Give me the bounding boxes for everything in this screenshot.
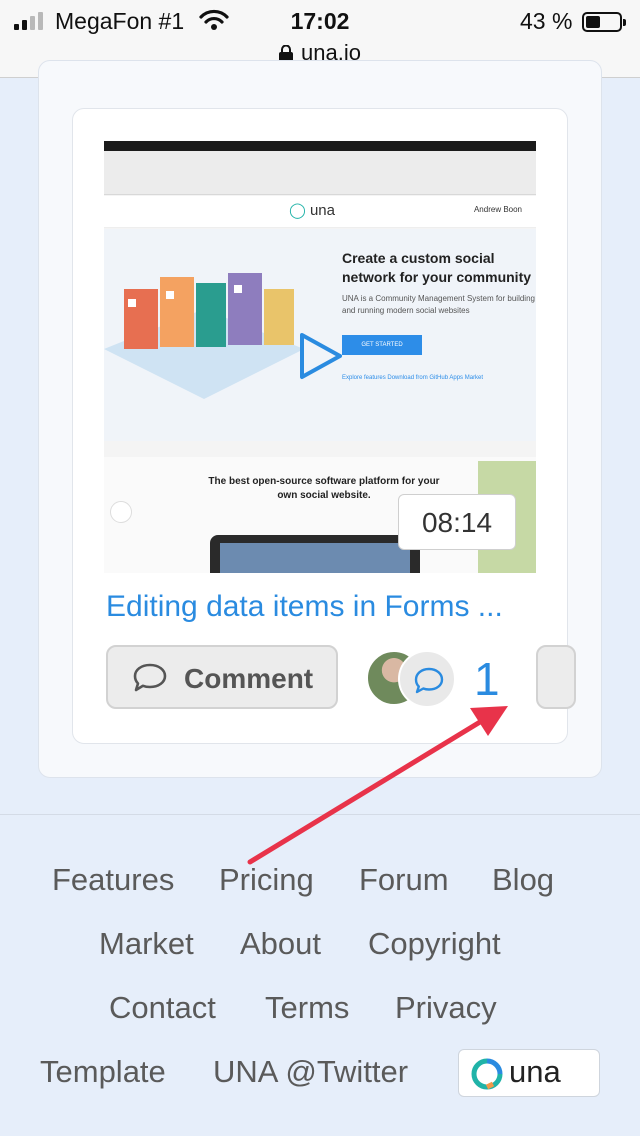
una-logo-text: una xyxy=(509,1054,561,1089)
footer-link-about[interactable]: About xyxy=(240,926,321,962)
comment-icon xyxy=(132,662,168,701)
comments-badge[interactable] xyxy=(398,650,456,708)
thumb-badge xyxy=(110,501,132,523)
battery-percent: 43 % xyxy=(520,8,573,34)
thumb-menubar xyxy=(104,141,536,151)
status-bar: MegaFon #1 17:02 43 % xyxy=(0,6,640,36)
footer-link-pricing[interactable]: Pricing xyxy=(219,862,314,898)
thumb-hero-subtitle: UNA is a Community Management System for… xyxy=(342,294,535,315)
footer-link-forum[interactable]: Forum xyxy=(359,862,449,898)
footer-link-features[interactable]: Features xyxy=(52,862,174,898)
thumb-links: Explore features Download from GitHub Ap… xyxy=(342,375,484,381)
battery-icon xyxy=(582,12,626,32)
comment-button-label: Comment xyxy=(184,663,314,694)
footer-link-contact[interactable]: Contact xyxy=(109,990,216,1026)
more-button[interactable] xyxy=(536,645,576,709)
thumb-laptop xyxy=(210,535,420,573)
footer-link-template[interactable]: Template xyxy=(40,1054,166,1090)
play-icon[interactable] xyxy=(298,331,344,381)
comment-button[interactable]: Comment xyxy=(106,645,338,709)
thumb-site-header: ◯ una Andrew Boon xyxy=(104,196,536,228)
lock-icon xyxy=(279,42,294,62)
footer-divider xyxy=(0,814,640,815)
footer-link-market[interactable]: Market xyxy=(99,926,194,962)
footer-link-terms[interactable]: Terms xyxy=(265,990,349,1026)
footer-link-twitter[interactable]: UNA @Twitter xyxy=(213,1054,408,1090)
video-duration: 08:14 xyxy=(398,494,516,550)
una-logo[interactable]: una xyxy=(458,1049,600,1097)
thumb-browser-chrome xyxy=(104,151,536,195)
video-title-link[interactable]: Editing data items in Forms ... xyxy=(106,590,538,624)
una-logo-icon xyxy=(471,1058,503,1090)
thumb-site-logo: ◯ una xyxy=(289,202,335,219)
footer-link-blog[interactable]: Blog xyxy=(492,862,554,898)
thumb-cta: GET STARTED xyxy=(342,335,422,355)
thumb-hero-title: Create a custom social network for your … xyxy=(342,250,532,285)
footer-link-copyright[interactable]: Copyright xyxy=(368,926,501,962)
comment-count[interactable]: 1 xyxy=(474,652,500,706)
footer-link-privacy[interactable]: Privacy xyxy=(395,990,497,1026)
isometric-illustration xyxy=(104,273,304,399)
chat-bubble-icon xyxy=(414,667,444,694)
thumb-user-name: Andrew Boon xyxy=(473,205,522,214)
